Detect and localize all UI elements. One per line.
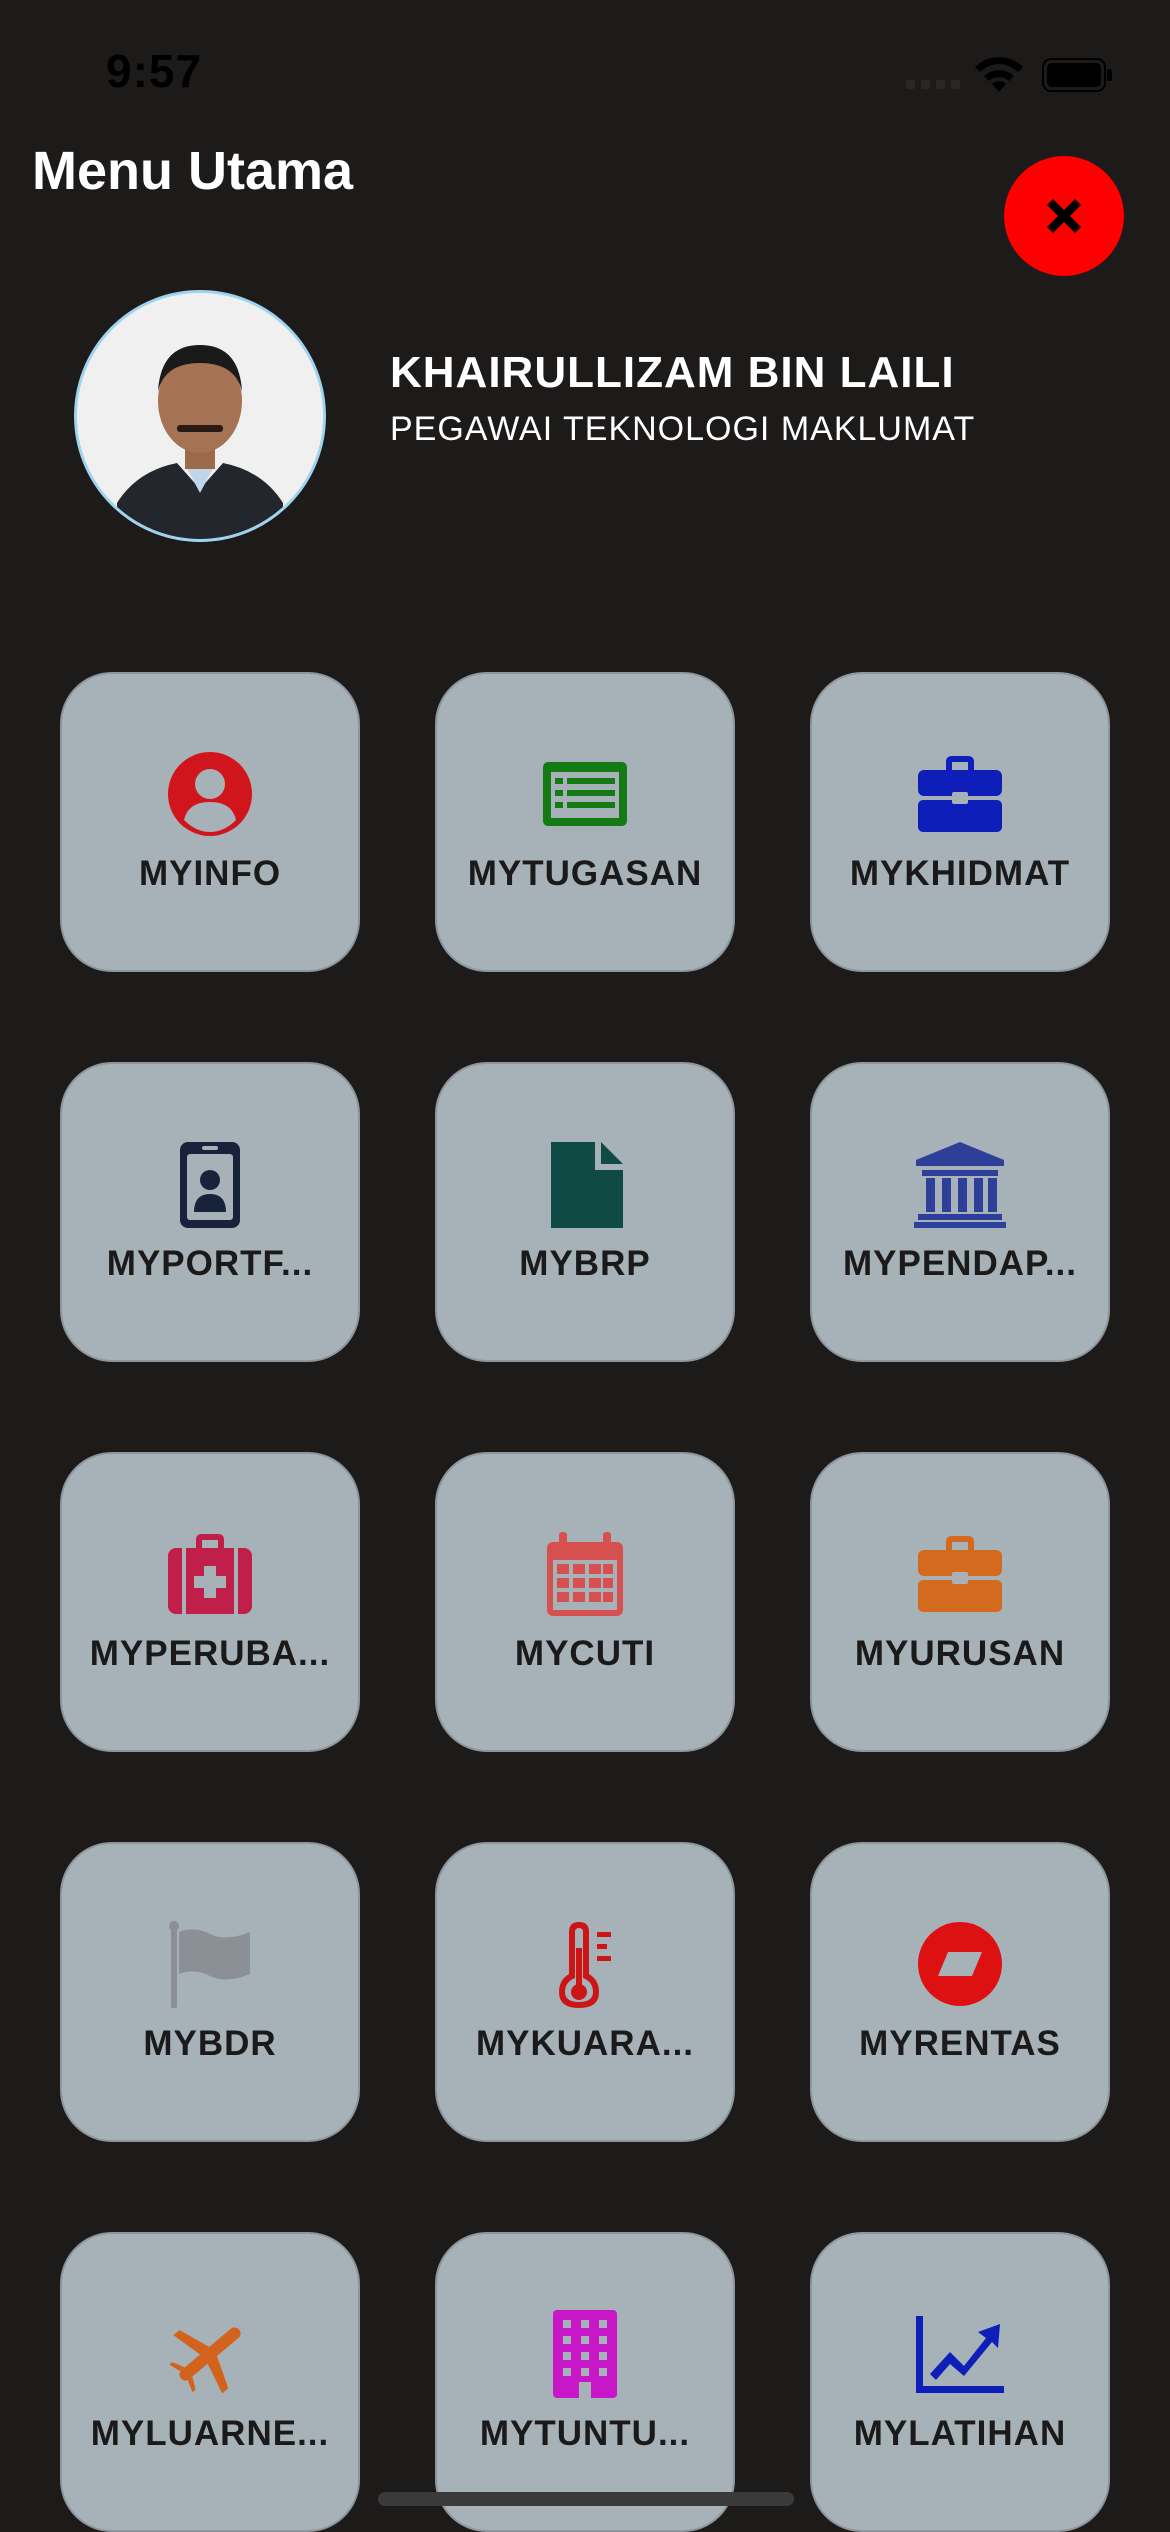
menu-tile-label: MYKHIDMAT <box>849 854 1071 893</box>
menu-tile-label: MYPERUBA... <box>89 1634 331 1673</box>
status-bar: 9:57 <box>0 0 1170 140</box>
status-time: 9:57 <box>106 45 203 97</box>
menu-tile-mybdr[interactable]: MYBDR <box>60 1842 360 2142</box>
menu-tile-myperubatan[interactable]: MYPERUBA... <box>60 1452 360 1752</box>
menu-tile-label: MYBDR <box>143 2024 277 2063</box>
file-icon <box>551 1142 623 1228</box>
menu-tile-label: MYPENDAP... <box>842 1244 1078 1283</box>
parallelogram-circle-icon <box>918 1922 1002 2006</box>
menu-tile-mybrp[interactable]: MYBRP <box>435 1062 735 1362</box>
wifi-icon <box>975 57 1023 92</box>
menu-tile-myinfo[interactable]: MYINFO <box>60 672 360 972</box>
medkit-icon <box>168 1534 252 1614</box>
menu-tile-mykuarantin[interactable]: MYKUARA... <box>435 1842 735 2142</box>
menu-tile-label: MYBRP <box>519 1244 651 1283</box>
close-button[interactable] <box>1004 156 1124 276</box>
home-indicator[interactable] <box>378 2492 794 2506</box>
menu-tile-label: MYTUNTU... <box>479 2414 691 2453</box>
menu-tile-myurusan[interactable]: MYURUSAN <box>810 1452 1110 1752</box>
menu-tile-label: MYCUTI <box>514 1634 656 1673</box>
menu-tile-mylatihan[interactable]: MYLATIHAN <box>810 2232 1110 2532</box>
menu-tile-mykhidmat[interactable]: MYKHIDMAT <box>810 672 1110 972</box>
thermometer-icon <box>559 1922 611 2008</box>
calendar-icon <box>547 1532 623 1616</box>
page-title: Menu Utama <box>32 141 354 201</box>
menu-tile-myportfolio[interactable]: MYPORTF... <box>60 1062 360 1362</box>
menu-tile-mycuti[interactable]: MYCUTI <box>435 1452 735 1752</box>
menu-tile-myluarnegara[interactable]: MYLUARNE... <box>60 2232 360 2532</box>
briefcase-icon <box>918 1536 1002 1612</box>
bank-icon <box>914 1142 1006 1228</box>
menu-tile-label: MYKUARA... <box>475 2024 695 2063</box>
plane-icon <box>169 2327 241 2394</box>
menu-tile-label: MYPORTF... <box>106 1244 314 1283</box>
menu-tile-label: MYLATIHAN <box>853 2414 1067 2453</box>
user-position: PEGAWAI TEKNOLOGI MAKLUMAT <box>390 410 976 448</box>
list-card-icon <box>543 762 627 826</box>
menu-tile-mypendapatan[interactable]: MYPENDAP... <box>810 1062 1110 1362</box>
menu-tile-label: MYINFO <box>138 854 282 893</box>
menu-tile-label: MYLUARNE... <box>90 2414 330 2453</box>
building-icon <box>553 2310 617 2398</box>
id-badge-icon <box>180 1142 240 1228</box>
avatar <box>74 290 326 542</box>
menu-tile-label: MYURUSAN <box>854 1634 1066 1673</box>
chart-line-icon <box>916 2316 1004 2393</box>
menu-tile-mytugasan[interactable]: MYTUGASAN <box>435 672 735 972</box>
battery-icon <box>1042 58 1112 92</box>
user-circle-icon <box>168 752 252 836</box>
briefcase-icon <box>918 756 1002 832</box>
x-mark-icon <box>1047 199 1081 233</box>
menu-tile-label: MYRENTAS <box>859 2024 1061 2063</box>
user-name: KHAIRULLIZAM BIN LAILI <box>390 348 955 397</box>
flag-icon <box>169 1921 250 2008</box>
cellular-signal-icon <box>906 80 960 90</box>
menu-tile-label: MYTUGASAN <box>467 854 703 893</box>
menu-tile-mytuntutan[interactable]: MYTUNTU... <box>435 2232 735 2532</box>
menu-tile-myrentas[interactable]: MYRENTAS <box>810 1842 1110 2142</box>
